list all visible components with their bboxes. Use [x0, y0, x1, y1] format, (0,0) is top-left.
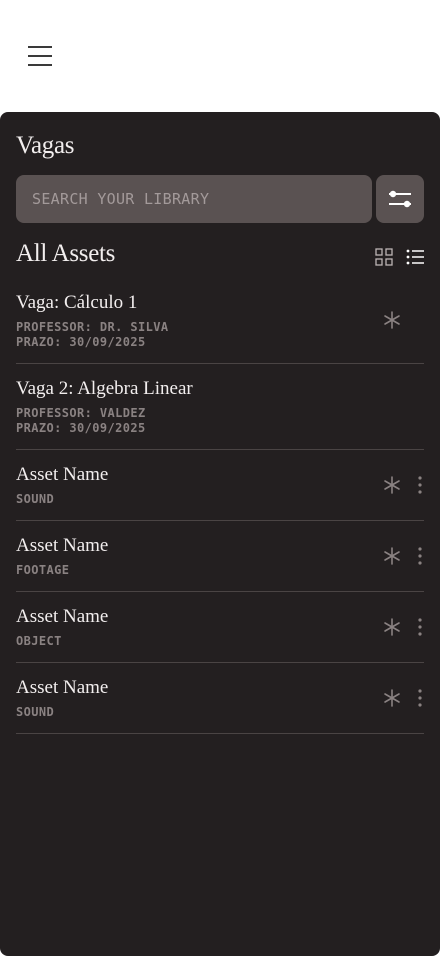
item-type: OBJECT	[16, 634, 62, 648]
asterisk-icon[interactable]	[383, 311, 401, 329]
item-deadline: PRAZO: 30/09/2025	[16, 421, 146, 435]
list-item[interactable]: Vaga: Cálculo 1 PROFESSOR: DR. SILVA PRA…	[16, 278, 424, 364]
library-panel: Vagas All Assets Vaga: Cálculo 1 PROFESS…	[0, 112, 440, 956]
list-view-icon[interactable]	[406, 248, 424, 266]
asterisk-icon[interactable]	[383, 689, 401, 707]
asterisk-icon[interactable]	[383, 618, 401, 636]
list-item[interactable]: Vaga 2: Algebra Linear PROFESSOR: VALDEZ…	[16, 364, 424, 450]
item-title: Asset Name	[16, 535, 109, 556]
more-vertical-icon[interactable]	[414, 546, 426, 566]
item-type: SOUND	[16, 492, 55, 506]
item-title: Asset Name	[16, 606, 109, 627]
grid-view-icon[interactable]	[375, 248, 393, 266]
search-input[interactable]	[16, 175, 372, 223]
asset-list: Vaga: Cálculo 1 PROFESSOR: DR. SILVA PRA…	[16, 278, 424, 734]
asterisk-icon[interactable]	[383, 476, 401, 494]
sliders-icon	[389, 190, 411, 208]
list-item[interactable]: Asset Name OBJECT	[16, 592, 424, 663]
top-bar	[0, 0, 440, 112]
hamburger-menu-icon[interactable]	[24, 42, 56, 70]
more-vertical-icon[interactable]	[414, 688, 426, 708]
item-professor: PROFESSOR: VALDEZ	[16, 406, 146, 420]
filter-button[interactable]	[376, 175, 424, 223]
item-professor: PROFESSOR: DR. SILVA	[16, 320, 169, 334]
asterisk-icon[interactable]	[383, 547, 401, 565]
list-item[interactable]: Asset Name SOUND	[16, 663, 424, 734]
section-title: All Assets	[16, 240, 116, 267]
list-item[interactable]: Asset Name FOOTAGE	[16, 521, 424, 592]
item-title: Vaga: Cálculo 1	[16, 292, 138, 313]
item-deadline: PRAZO: 30/09/2025	[16, 335, 146, 349]
list-item[interactable]: Asset Name SOUND	[16, 450, 424, 521]
item-title: Asset Name	[16, 677, 109, 698]
panel-title: Vagas	[16, 132, 75, 159]
item-type: FOOTAGE	[16, 563, 70, 577]
item-title: Vaga 2: Algebra Linear	[16, 378, 193, 399]
item-title: Asset Name	[16, 464, 109, 485]
more-vertical-icon[interactable]	[414, 617, 426, 637]
more-vertical-icon[interactable]	[414, 475, 426, 495]
item-type: SOUND	[16, 705, 55, 719]
